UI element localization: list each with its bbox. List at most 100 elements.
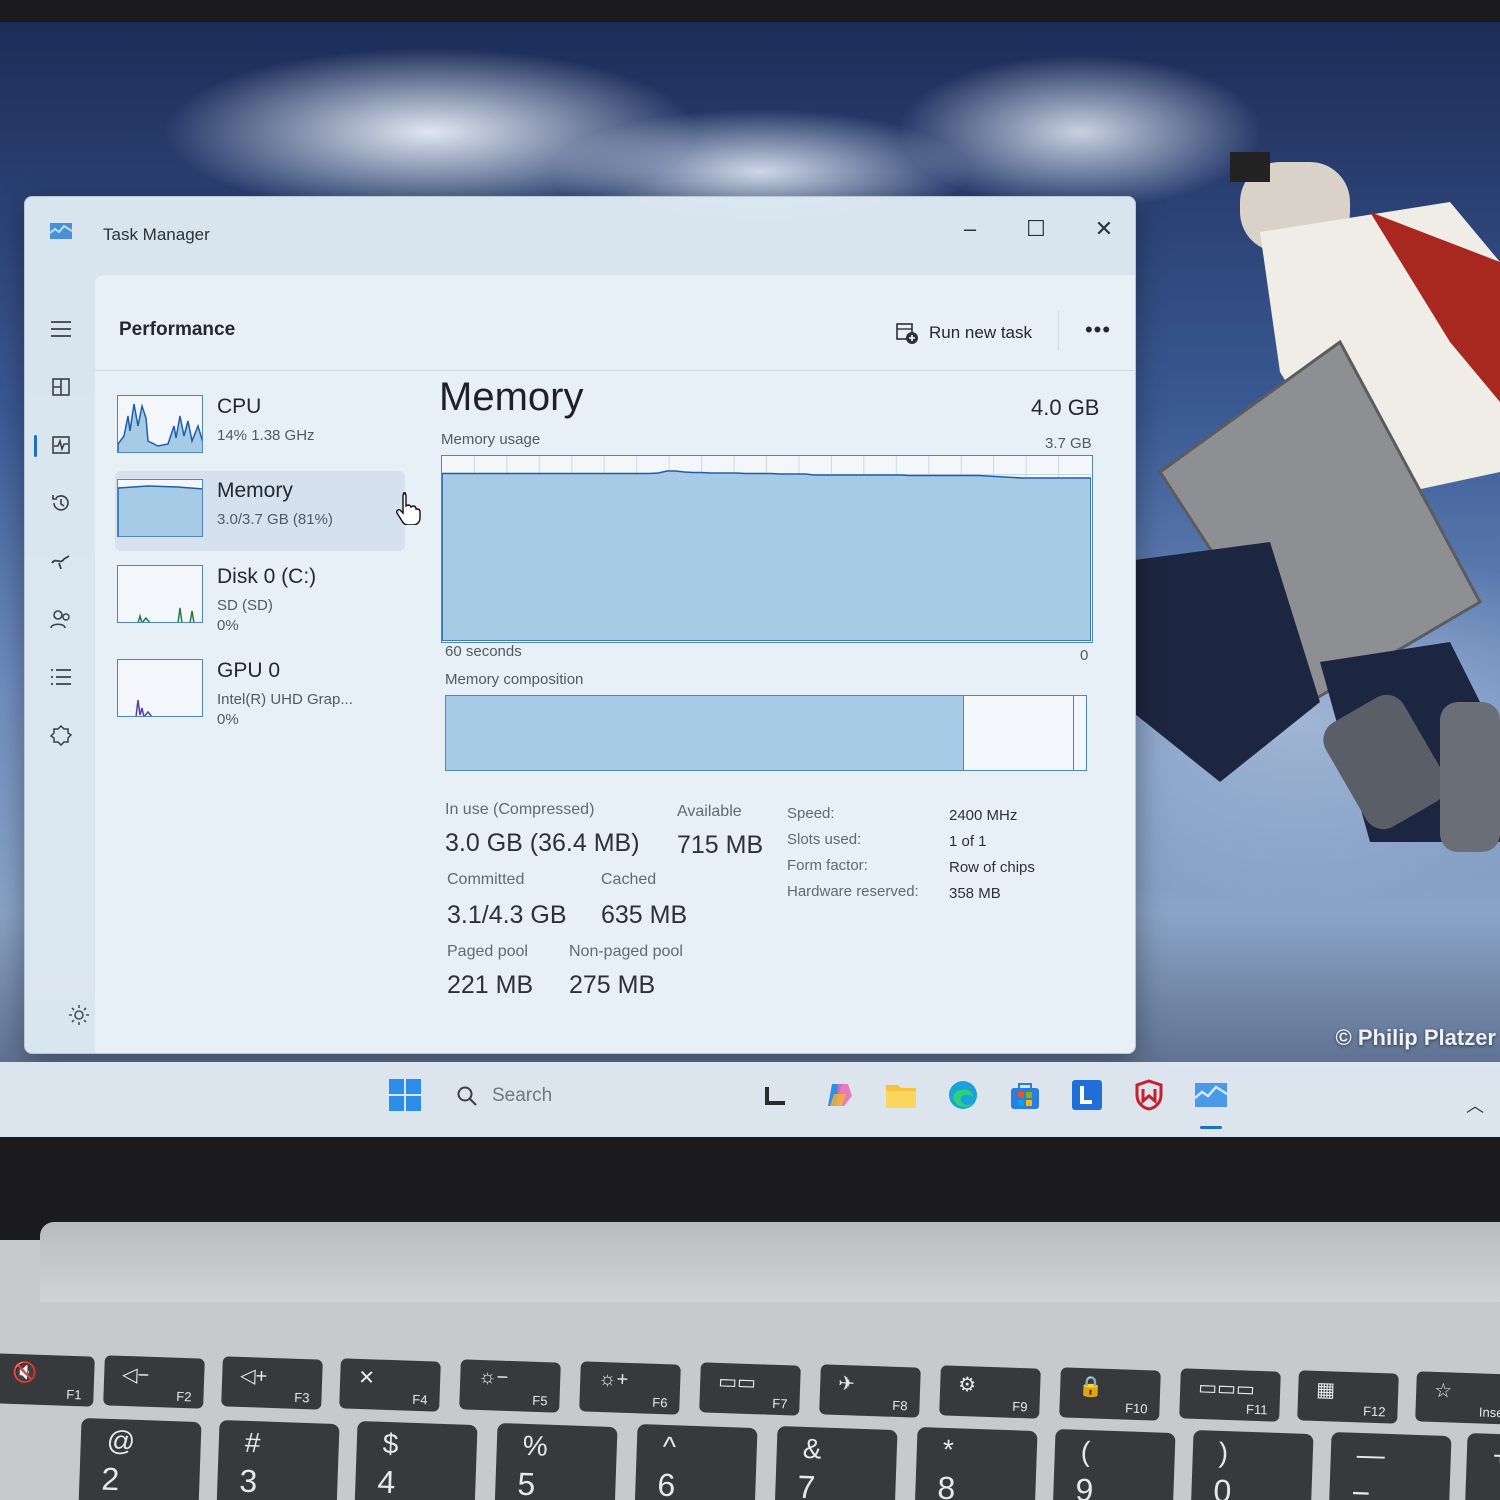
device-stat: Intel(R) UHD Grap... — [217, 691, 353, 708]
widgets-icon[interactable] — [758, 1078, 792, 1112]
number-key-shift-symbol: + — [1492, 1439, 1500, 1472]
minimize-button[interactable]: – — [945, 209, 995, 249]
number-key[interactable]: — − — [1328, 1431, 1452, 1500]
slots-label: Slots used: — [787, 831, 862, 848]
copilot-icon[interactable] — [822, 1078, 856, 1112]
function-key-label: F12 — [1362, 1403, 1386, 1419]
close-button[interactable]: ✕ — [1079, 209, 1129, 249]
mcafee-icon[interactable] — [1132, 1078, 1166, 1112]
settings-icon[interactable] — [67, 1003, 91, 1027]
function-key-label: F1 — [66, 1386, 82, 1403]
number-key[interactable]: $4 — [354, 1420, 478, 1500]
device-name: Disk 0 (C:) — [217, 565, 317, 588]
function-key[interactable]: ☼− F5 — [459, 1359, 561, 1413]
number-key-shift-symbol: @ — [106, 1424, 136, 1457]
app-history-icon[interactable] — [45, 487, 77, 519]
start-icon[interactable] — [388, 1078, 422, 1112]
function-key[interactable]: 🔒 F10 — [1059, 1366, 1161, 1421]
function-key[interactable]: ☆ Inse — [1415, 1371, 1500, 1425]
number-key-shift-symbol: # — [244, 1426, 261, 1458]
paged-pool-label: Paged pool — [447, 943, 528, 960]
performance-icon[interactable] — [45, 429, 77, 461]
cached-label: Cached — [601, 871, 657, 888]
device-stat: 14% 1.38 GHz — [217, 427, 315, 444]
number-key[interactable]: + — [1464, 1432, 1500, 1500]
function-key-symbol: ▦ — [1315, 1378, 1336, 1402]
number-key[interactable]: (9 — [1052, 1428, 1176, 1500]
number-key[interactable]: * 8 — [914, 1426, 1038, 1500]
non-paged-pool-label: Non-paged pool — [569, 943, 683, 960]
function-key[interactable]: ☼+ F6 — [579, 1360, 681, 1415]
task-manager-icon[interactable] — [1194, 1078, 1228, 1112]
function-key-label: F6 — [652, 1394, 668, 1410]
function-key[interactable]: ✈ F8 — [819, 1363, 921, 1418]
function-key[interactable]: 🔇 F1 — [0, 1353, 95, 1407]
device-gpu[interactable]: GPU 0 Intel(R) UHD Grap... 0% — [115, 651, 405, 731]
function-key-symbol: ✕ — [357, 1366, 376, 1389]
file-explorer-icon[interactable] — [884, 1078, 918, 1112]
function-key[interactable]: ▭▭ F7 — [699, 1362, 801, 1416]
services-icon[interactable] — [45, 719, 77, 751]
hamburger-menu-icon[interactable] — [45, 313, 77, 345]
function-key-label: F11 — [1245, 1401, 1268, 1418]
device-disk[interactable]: Disk 0 (C:) SD (SD) 0% — [115, 557, 405, 637]
function-key-symbol: 🔇 — [11, 1361, 38, 1385]
function-key[interactable]: ▭▭▭ F11 — [1179, 1368, 1281, 1422]
details-icon[interactable] — [45, 661, 77, 693]
memory-composition-label: Memory composition — [445, 671, 584, 688]
maximize-button[interactable]: ☐ — [1011, 209, 1061, 249]
function-key[interactable]: ✕ F4 — [339, 1357, 441, 1412]
available-label: Available — [677, 803, 742, 820]
run-task-icon — [896, 323, 918, 344]
speed-value: 2400 MHz — [949, 807, 1018, 824]
speed-label: Speed: — [787, 805, 835, 822]
number-key[interactable]: % 5 — [494, 1422, 618, 1500]
store-icon[interactable] — [1008, 1078, 1042, 1112]
taskbar-search[interactable]: Search — [446, 1074, 746, 1118]
function-key-label: Inse — [1478, 1404, 1500, 1421]
number-key-shift-symbol: $ — [382, 1427, 399, 1460]
slots-value: 1 of 1 — [949, 833, 987, 850]
graph-time-right: 0 — [1080, 647, 1089, 664]
performance-panel: Performance Run new task ••• CPU 14% 1.3… — [95, 275, 1135, 1053]
function-key-symbol: ☆ — [1433, 1379, 1453, 1403]
in-use-label: In use (Compressed) — [445, 801, 595, 818]
function-key-label: F3 — [294, 1389, 310, 1406]
function-key[interactable]: ▦ F12 — [1297, 1369, 1399, 1424]
run-new-task-label: Run new task — [929, 323, 1032, 342]
number-key[interactable]: ) 0 — [1190, 1429, 1314, 1500]
device-memory[interactable]: Memory 3.0/3.7 GB (81%) — [115, 471, 405, 551]
task-manager-app-icon — [50, 223, 72, 239]
function-key[interactable]: ◁− F2 — [103, 1354, 205, 1409]
number-key[interactable]: & 7 — [774, 1425, 898, 1500]
device-cpu[interactable]: CPU 14% 1.38 GHz — [115, 387, 405, 467]
disk-thumbnail-graph — [117, 565, 203, 623]
non-paged-pool-value: 275 MB — [569, 971, 656, 999]
function-key-symbol: ✈ — [837, 1372, 856, 1395]
device-name: CPU — [217, 395, 262, 418]
function-key[interactable]: ⚙ F9 — [939, 1365, 1041, 1419]
number-key-shift-symbol: ) — [1218, 1436, 1229, 1469]
lenovo-app-icon[interactable] — [1070, 1078, 1104, 1112]
memory-usage-graph — [441, 455, 1093, 643]
function-key[interactable]: ◁+ F3 — [221, 1356, 323, 1410]
processes-icon[interactable] — [45, 371, 77, 403]
device-name: GPU 0 — [217, 659, 281, 682]
function-key-symbol: ☼+ — [597, 1367, 629, 1391]
number-key-shift-symbol: * — [942, 1433, 955, 1466]
users-icon[interactable] — [45, 603, 77, 635]
number-key[interactable]: #3 — [216, 1419, 340, 1500]
memory-usage-label: Memory usage — [441, 431, 541, 448]
more-options-button[interactable]: ••• — [1080, 315, 1116, 351]
run-new-task-button[interactable]: Run new task — [895, 315, 1032, 351]
device-stat: SD (SD) — [217, 597, 273, 614]
edge-icon[interactable] — [946, 1078, 980, 1112]
form-factor-value: Row of chips — [949, 859, 1035, 876]
number-key-shift-symbol: & — [802, 1432, 823, 1464]
system-tray-chevron-icon[interactable]: ︿ — [1466, 1092, 1484, 1118]
number-key[interactable]: @2 — [78, 1417, 202, 1500]
number-key-shift-symbol: % — [522, 1429, 549, 1462]
function-key-label: F8 — [892, 1397, 908, 1413]
startup-apps-icon[interactable] — [45, 545, 77, 577]
number-key[interactable]: ^ 6 — [634, 1423, 758, 1500]
